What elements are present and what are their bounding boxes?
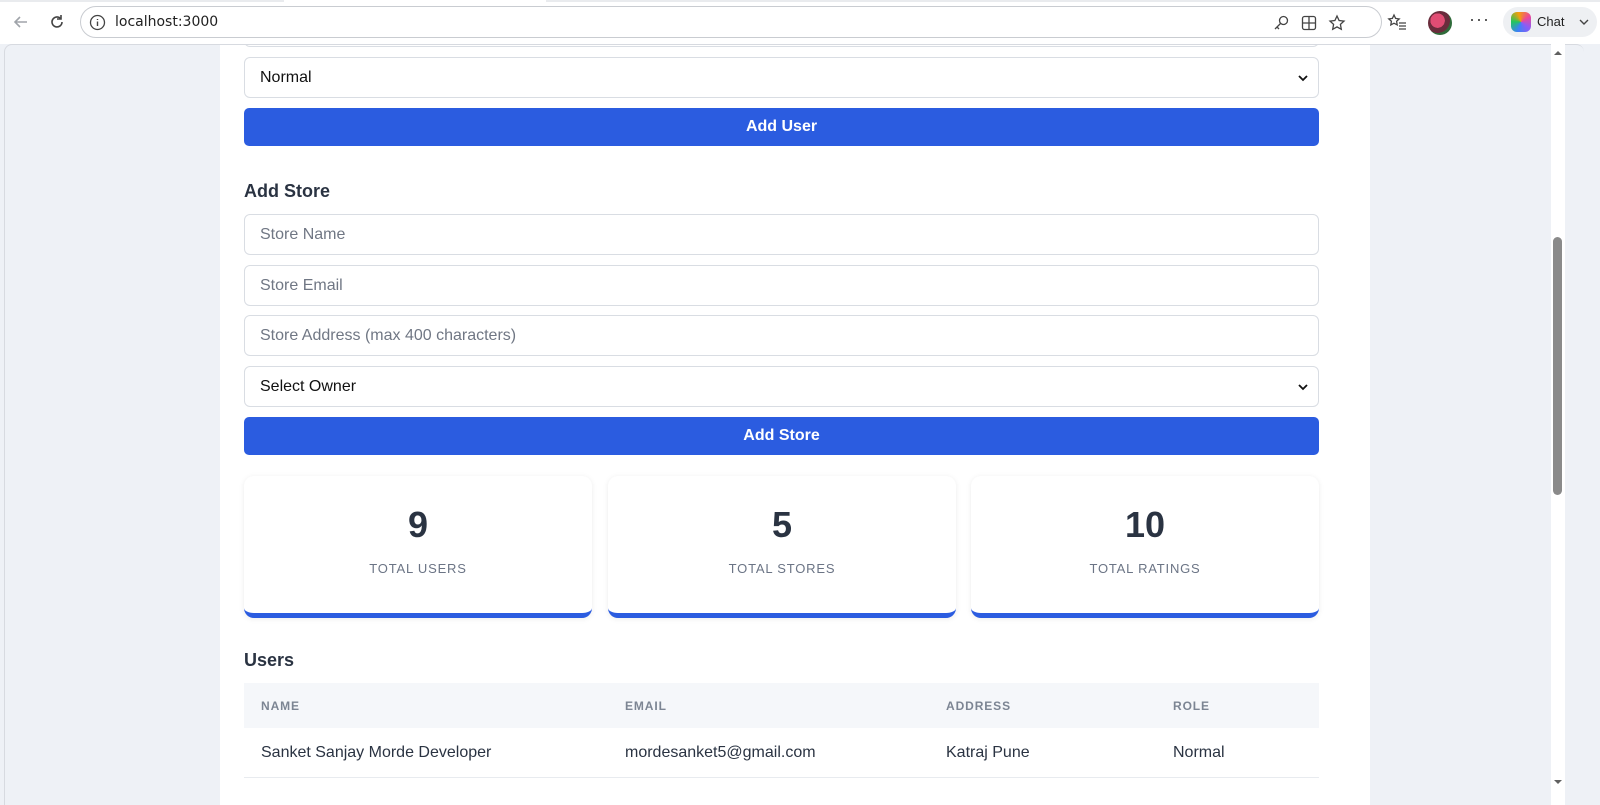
user-address-cell: Katraj Pune bbox=[946, 744, 1030, 761]
store-address-input[interactable]: Store Address (max 400 characters) bbox=[244, 315, 1319, 356]
reload-icon[interactable] bbox=[44, 9, 70, 35]
tab-strip-edge bbox=[0, 0, 1600, 2]
more-menu-icon[interactable]: ··· bbox=[1469, 9, 1490, 30]
site-info-icon[interactable] bbox=[89, 14, 106, 31]
user-name-cell: Sanket Sanjay Morde Developer bbox=[261, 744, 492, 761]
stat-card-total-ratings: 10 TOTAL RATINGS bbox=[971, 476, 1319, 618]
store-owner-select[interactable]: Select Owner bbox=[244, 366, 1319, 407]
role-select-value: Normal bbox=[260, 68, 312, 86]
password-key-icon[interactable] bbox=[1271, 13, 1291, 33]
stat-label: TOTAL STORES bbox=[728, 561, 836, 576]
stat-label: TOTAL RATINGS bbox=[1089, 561, 1201, 576]
add-store-button[interactable]: Add Store bbox=[244, 417, 1319, 455]
chevron-down-icon bbox=[1298, 75, 1308, 82]
copilot-logo-icon bbox=[1511, 12, 1531, 32]
user-role-cell: Normal bbox=[1173, 744, 1225, 761]
stat-value: 10 bbox=[1124, 504, 1166, 545]
stat-value: 5 bbox=[771, 504, 793, 545]
add-store-heading: Add Store bbox=[244, 181, 331, 201]
browser-toolbar: localhost:3000 ··· Chat bbox=[0, 0, 1600, 44]
admin-dashboard-panel: Normal Add User Add Store Store Name Sto… bbox=[220, 45, 1370, 805]
stat-card-total-users: 9 TOTAL USERS bbox=[244, 476, 592, 618]
store-email-input[interactable]: Store Email bbox=[244, 265, 1319, 306]
scrollbar-thumb[interactable] bbox=[1553, 237, 1562, 495]
users-heading: Users bbox=[244, 650, 295, 670]
stat-value: 9 bbox=[407, 504, 429, 545]
chevron-down-icon bbox=[1298, 384, 1308, 391]
users-table-header: NAME EMAIL ADDRESS ROLE bbox=[244, 683, 1319, 728]
favorites-list-icon[interactable] bbox=[1386, 11, 1408, 33]
store-name-input[interactable]: Store Name bbox=[244, 214, 1319, 255]
page-viewport: Normal Add User Add Store Store Name Sto… bbox=[4, 44, 1584, 805]
stat-card-total-stores: 5 TOTAL STORES bbox=[608, 476, 956, 618]
stat-label: TOTAL USERS bbox=[369, 561, 467, 576]
chevron-down-icon bbox=[1579, 19, 1589, 25]
column-header-name: NAME bbox=[261, 699, 300, 713]
table-row: Sanket Sanjay Morde Developer mordesanke… bbox=[244, 728, 1319, 778]
add-user-button[interactable]: Add User bbox=[244, 108, 1319, 146]
copilot-chat-button[interactable]: Chat bbox=[1503, 7, 1597, 37]
address-bar[interactable]: localhost:3000 bbox=[80, 6, 1382, 38]
user-email-cell: mordesanket5@gmail.com bbox=[625, 744, 816, 761]
column-header-email: EMAIL bbox=[625, 699, 667, 713]
scroll-up-arrow-icon[interactable] bbox=[1553, 48, 1563, 58]
profile-avatar[interactable] bbox=[1428, 11, 1452, 35]
owner-select-value: Select Owner bbox=[260, 377, 357, 395]
back-icon[interactable] bbox=[8, 9, 34, 35]
column-header-address: ADDRESS bbox=[946, 699, 1011, 713]
cropped-field-above[interactable] bbox=[244, 45, 1319, 47]
role-select[interactable]: Normal bbox=[244, 57, 1319, 98]
column-header-role: ROLE bbox=[1173, 699, 1210, 713]
scroll-down-arrow-icon[interactable] bbox=[1553, 777, 1563, 787]
favorite-star-icon[interactable] bbox=[1327, 13, 1347, 33]
url-text[interactable]: localhost:3000 bbox=[115, 14, 218, 30]
app-available-icon[interactable] bbox=[1299, 13, 1319, 33]
chat-label: Chat bbox=[1537, 14, 1565, 29]
